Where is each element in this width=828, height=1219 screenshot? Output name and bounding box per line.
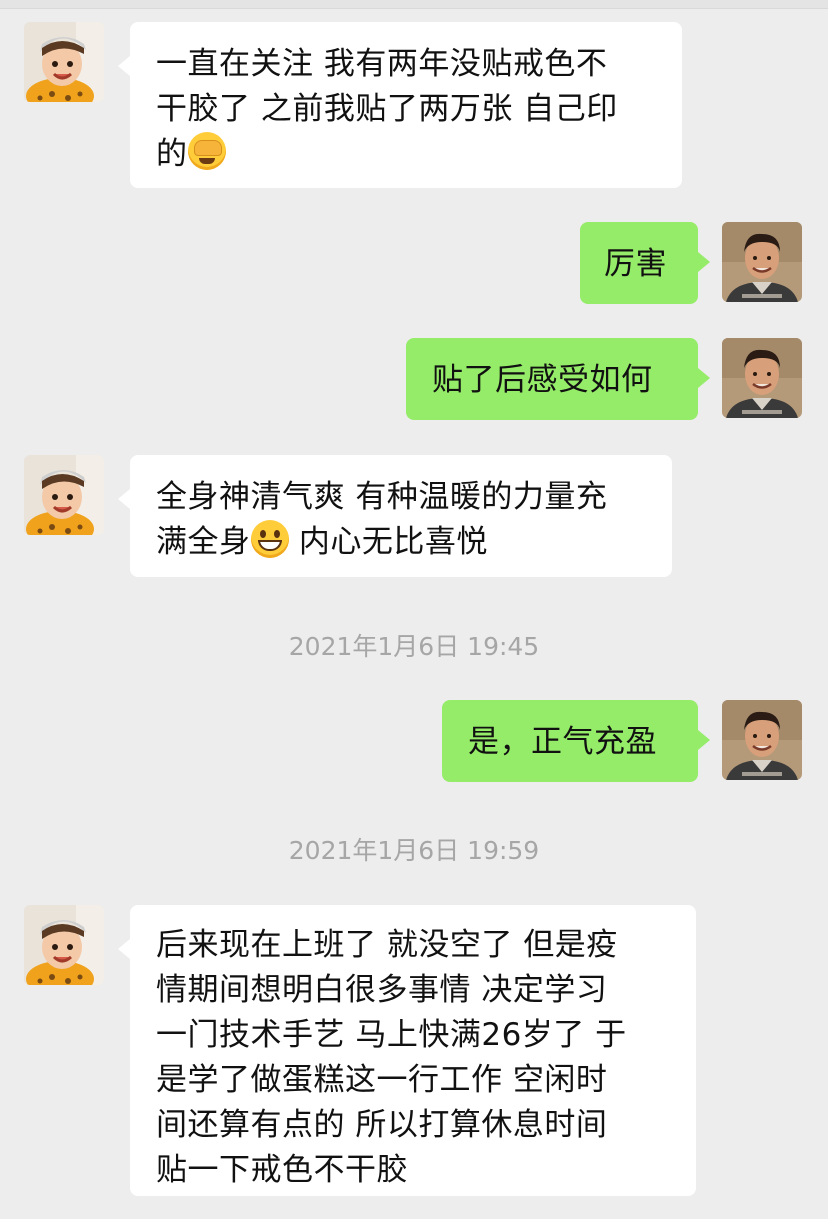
message-text: 干胶了 之前我贴了两万张 自己印: [156, 91, 618, 127]
message-bubble-outgoing[interactable]: 厉害: [580, 222, 710, 304]
my-avatar[interactable]: [722, 338, 802, 418]
message-bubble-incoming[interactable]: 全身神清气爽 有种温暖的力量充 满全身 内心无比喜悦: [118, 455, 672, 577]
message-bubble-incoming[interactable]: 后来现在上班了 就没空了 但是疫 情期间想明白很多事情 决定学习 一门技术手艺 …: [118, 905, 696, 1196]
child-photo-avatar-icon: [24, 455, 104, 535]
message-timestamp: 2021年1月6日 19:45: [288, 632, 540, 661]
message-text: 的: [156, 136, 188, 172]
message-text: 全身神清气爽 有种温暖的力量充: [156, 479, 608, 515]
child-photo-avatar-icon: [24, 22, 104, 102]
top-status-edge: [0, 0, 828, 9]
message-text: 间还算有点的 所以打算休息时间: [156, 1107, 608, 1143]
message-text: 满全身: [156, 524, 251, 560]
contact-avatar[interactable]: [24, 22, 104, 102]
man-photo-avatar-icon: [722, 222, 802, 302]
message-text: 后来现在上班了 就没空了 但是疫: [156, 927, 618, 963]
contact-avatar[interactable]: [24, 455, 104, 535]
message-text: 情期间想明白很多事情 决定学习: [156, 972, 608, 1008]
my-avatar[interactable]: [722, 222, 802, 302]
message-text: 一直在关注 我有两年没贴戒色不: [156, 46, 608, 82]
message-bubble-outgoing[interactable]: 是，正气充盈: [442, 700, 710, 782]
message-text: 一门技术手艺 马上快满26岁了 于: [156, 1017, 627, 1053]
child-photo-avatar-icon: [24, 905, 104, 985]
man-photo-avatar-icon: [722, 700, 802, 780]
my-avatar[interactable]: [722, 700, 802, 780]
message-text: 是，正气充盈: [468, 724, 657, 760]
message-bubble-incoming[interactable]: 一直在关注 我有两年没贴戒色不 干胶了 之前我贴了两万张 自己印 的: [118, 22, 682, 188]
message-text: 贴了后感受如何: [432, 362, 653, 398]
message-text: 贴一下戒色不干胶: [156, 1152, 408, 1188]
facepalm-emoji-icon: [187, 132, 226, 170]
contact-avatar[interactable]: [24, 905, 104, 985]
man-photo-avatar-icon: [722, 338, 802, 418]
message-text: 厉害: [604, 246, 667, 282]
message-text: 内心无比喜悦: [288, 524, 488, 560]
grinning-emoji-icon: [250, 520, 289, 558]
message-bubble-outgoing[interactable]: 贴了后感受如何: [406, 338, 710, 420]
message-text: 是学了做蛋糕这一行工作 空闲时: [156, 1062, 608, 1098]
message-timestamp: 2021年1月6日 19:59: [288, 836, 540, 865]
